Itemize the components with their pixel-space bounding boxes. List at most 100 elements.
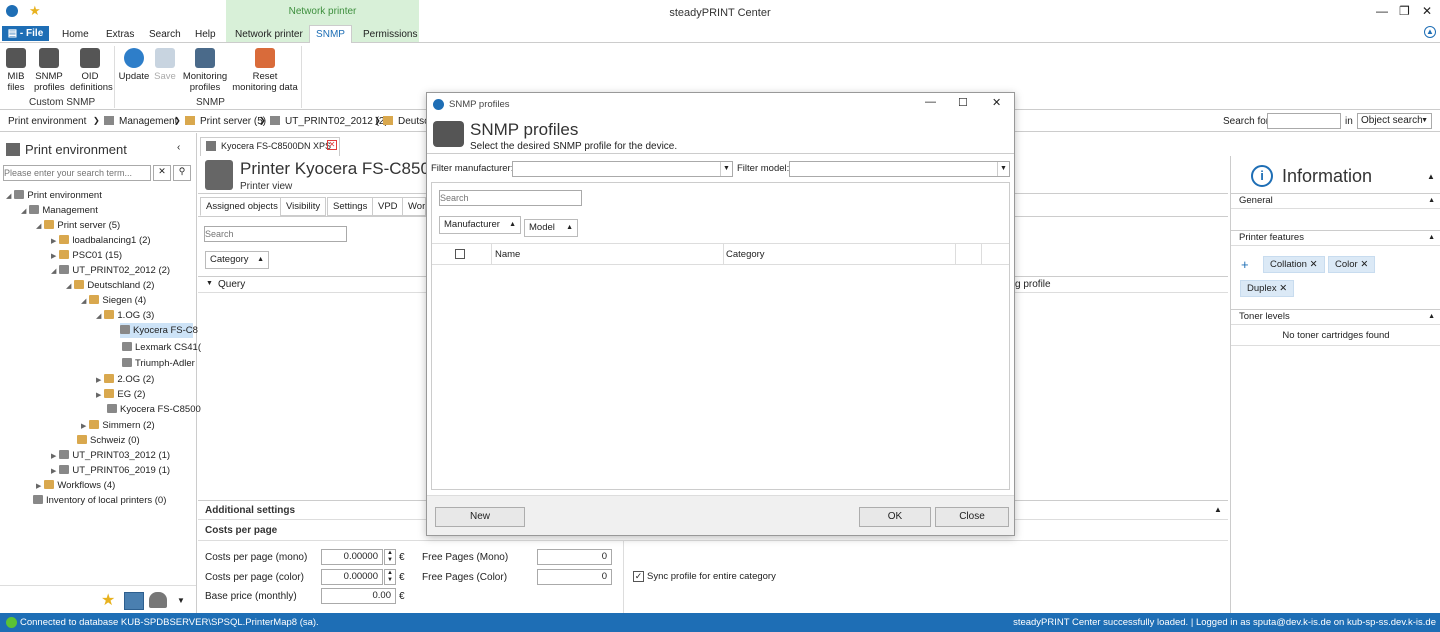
environment-view-icon[interactable]	[124, 592, 144, 610]
select-all-checkbox[interactable]	[455, 249, 465, 259]
free-color-input[interactable]: 0	[537, 569, 612, 585]
search-icon[interactable]: ⚲	[173, 165, 191, 181]
close-tab-icon[interactable]: ✕	[327, 140, 337, 150]
favorites-star-icon[interactable]: ★	[101, 590, 115, 610]
collapse-panel-icon[interactable]: ‹	[177, 142, 180, 153]
tree-item[interactable]: ▶ 2.OG (2)	[96, 374, 154, 385]
subtab-visibility[interactable]: Visibility	[280, 197, 327, 216]
tree-item[interactable]: Inventory of local printers (0)	[33, 495, 166, 506]
sort-up-icon: ▲	[257, 256, 264, 263]
base-price-input[interactable]: 0.00	[321, 588, 396, 604]
add-feature-icon[interactable]: +	[1241, 257, 1249, 272]
search-scope-select[interactable]: Object search ▼	[1357, 113, 1432, 129]
tab-network-printer[interactable]: Network printer	[235, 29, 303, 40]
file-tab[interactable]: ▤ - File	[2, 26, 49, 41]
category-column-header[interactable]: Category	[726, 249, 765, 260]
tree-label: UT_PRINT02_2012 (2)	[72, 265, 171, 276]
tree-item[interactable]: ◢ 1.OG (3)	[96, 310, 154, 321]
breadcrumb-item[interactable]: Print server (5)	[200, 116, 266, 127]
section-toner-levels[interactable]: Toner levels ▲	[1231, 309, 1440, 325]
breadcrumb-item[interactable]: UT_PRINT02_2012 (2)	[285, 116, 388, 127]
tree-item[interactable]: Triumph-Adler	[122, 358, 195, 369]
costs-color-input[interactable]: 0.00000	[321, 569, 383, 585]
tree-item[interactable]: Lexmark CS41(	[122, 342, 201, 353]
remove-chip-icon[interactable]: ✕	[1310, 259, 1318, 270]
tree-item[interactable]: ▶ UT_PRINT03_2012 (1)	[51, 450, 170, 461]
tree-item[interactable]: ◢ Siegen (4)	[81, 295, 146, 306]
tree-item[interactable]: ▶ Workflows (4)	[36, 480, 115, 491]
tree-item[interactable]: Schweiz (0)	[77, 435, 140, 446]
tab-permissions[interactable]: Permissions	[363, 29, 417, 40]
oid-definitions-label: OID definitions	[70, 71, 113, 93]
chevron-down-icon[interactable]: ▼	[177, 596, 185, 605]
dialog-maximize-icon[interactable]: ☐	[958, 96, 968, 109]
tree-item[interactable]: ◢ Print environment	[6, 190, 102, 201]
sync-profile-checkbox[interactable]: ✓	[633, 571, 644, 582]
ok-button[interactable]: OK	[859, 507, 931, 527]
tree-item[interactable]: ▶ loadbalancing1 (2)	[51, 235, 151, 246]
tree-label: loadbalancing1 (2)	[72, 235, 151, 246]
tab-snmp[interactable]: SNMP	[309, 25, 352, 44]
costs-color-stepper[interactable]: ▲ ▼	[384, 569, 396, 585]
costs-mono-stepper[interactable]: ▲ ▼	[384, 549, 396, 565]
users-icon[interactable]	[149, 592, 167, 608]
collapse-section-icon[interactable]: ▲	[1214, 505, 1222, 514]
free-mono-input[interactable]: 0	[537, 549, 612, 565]
tree-item[interactable]: ▶ PSC01 (15)	[51, 250, 122, 261]
subtab-assigned-objects[interactable]: Assigned objects	[200, 197, 284, 216]
breadcrumb-item[interactable]: Print environment	[8, 116, 86, 127]
tree-item[interactable]: ◢ Deutschland (2)	[66, 280, 154, 291]
breadcrumb-item[interactable]: Management	[119, 116, 177, 127]
new-button[interactable]: New	[435, 507, 525, 527]
tab-search[interactable]: Search	[149, 29, 181, 40]
filter-manufacturer-select[interactable]: ▼	[512, 161, 733, 177]
subtab-vpd[interactable]: VPD	[372, 197, 404, 216]
breadcrumb-item[interactable]: Deutsc	[398, 116, 429, 127]
tab-help[interactable]: Help	[195, 29, 216, 40]
tree-item[interactable]: ◢ UT_PRINT02_2012 (2)	[51, 265, 170, 276]
dialog-close-icon[interactable]: ✕	[992, 96, 1001, 109]
mib-files-button[interactable]: MIB files	[4, 48, 28, 93]
costs-mono-input[interactable]: 0.00000	[321, 549, 383, 565]
section-printer-features[interactable]: Printer features ▲	[1231, 230, 1440, 246]
tree-item-selected[interactable]: Kyocera FS-C8	[120, 323, 198, 338]
name-column-header[interactable]: Name	[495, 249, 520, 260]
tree-item[interactable]: ▶ Simmern (2)	[81, 420, 155, 431]
filter-model-select[interactable]: ▼	[789, 161, 1010, 177]
group-by-category-chip[interactable]: Category ▲	[205, 251, 269, 269]
tree-search-input[interactable]	[3, 165, 151, 181]
collapse-panel-icon[interactable]: ▲	[1427, 172, 1435, 181]
subtab-settings[interactable]: Settings	[327, 197, 374, 216]
subtab-workflows[interactable]: Wor	[402, 197, 426, 216]
remove-chip-icon[interactable]: ✕	[1360, 259, 1368, 270]
reset-monitoring-button[interactable]: Reset monitoring data	[231, 48, 299, 93]
tree-item[interactable]: ◢ Management	[21, 205, 98, 216]
save-button[interactable]: Save	[153, 48, 177, 82]
tab-extras[interactable]: Extras	[106, 29, 134, 40]
group-by-manufacturer-chip[interactable]: Manufacturer ▲	[439, 216, 521, 234]
section-general[interactable]: General ▲	[1231, 193, 1440, 209]
tree-item[interactable]: ◢ Print server (5)	[36, 220, 120, 231]
close-icon[interactable]: ✕	[1422, 4, 1432, 18]
global-search-input[interactable]	[1267, 113, 1341, 129]
document-tab[interactable]: Kyocera FS-C8500DN XPS	[200, 137, 340, 156]
profile-search-input[interactable]	[439, 190, 582, 206]
dialog-minimize-icon[interactable]: —	[925, 96, 936, 108]
tree-item[interactable]: ▶ UT_PRINT06_2019 (1)	[51, 465, 170, 476]
tree-item[interactable]: Kyocera FS-C8500	[107, 404, 201, 415]
snmp-profiles-button[interactable]: SNMP profiles	[33, 48, 65, 93]
tree-item[interactable]: ▶ EG (2)	[96, 389, 145, 400]
maximize-icon[interactable]: ❐	[1399, 4, 1410, 18]
minimize-icon[interactable]: —	[1376, 4, 1388, 18]
help-icon[interactable]: ▲	[1424, 26, 1436, 38]
close-button[interactable]: Close	[935, 507, 1009, 527]
oid-definitions-button[interactable]: OID definitions	[68, 48, 113, 93]
update-button[interactable]: Update	[118, 48, 150, 82]
group-by-model-chip[interactable]: Model ▲	[524, 219, 578, 237]
clear-search-button[interactable]: ✕	[153, 165, 171, 181]
remove-chip-icon[interactable]: ✕	[1279, 283, 1287, 294]
monitoring-profiles-button[interactable]: Monitoring profiles	[181, 48, 229, 93]
assigned-search-input[interactable]	[204, 226, 347, 242]
tab-home[interactable]: Home	[62, 29, 89, 40]
expand-query-icon[interactable]: ▼	[206, 280, 213, 287]
